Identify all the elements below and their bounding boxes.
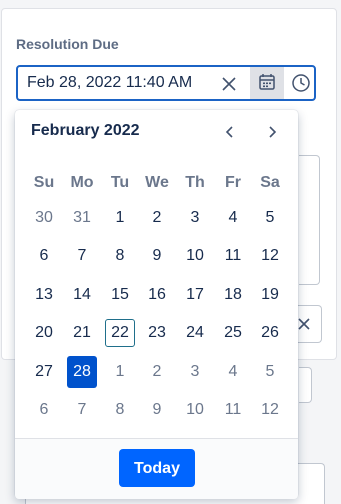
calendar-day[interactable]: 7: [67, 396, 97, 424]
calendar-day[interactable]: 31: [67, 204, 97, 232]
weekday-label: We: [145, 174, 169, 191]
calendar-day[interactable]: 26: [255, 319, 285, 347]
calendar-day[interactable]: 4: [218, 204, 248, 232]
calendar-day[interactable]: 10: [180, 396, 210, 424]
weekday-label: Fr: [225, 174, 241, 191]
calendar-day[interactable]: 1: [105, 204, 135, 232]
calendar-day[interactable]: 11: [218, 242, 248, 270]
date-picker-footer: Today: [15, 438, 298, 499]
calendar-day[interactable]: 27: [29, 358, 59, 386]
datetime-input[interactable]: Feb 28, 2022 11:40 AM: [16, 65, 316, 101]
week-row: 13 14 15 16 17 18 19: [25, 281, 291, 309]
week-row: 6 7 8 9 10 11 12: [25, 396, 291, 424]
background-textarea: [299, 155, 320, 285]
calendar-day[interactable]: 20: [29, 319, 59, 347]
weekday-label: Th: [185, 174, 205, 191]
week-row: 30 31 1 2 3 4 5: [25, 204, 291, 232]
selected-day[interactable]: 28: [67, 356, 97, 388]
calendar-day[interactable]: 18: [218, 281, 248, 309]
calendar-day[interactable]: 8: [105, 242, 135, 270]
chevron-right-icon[interactable]: [260, 120, 284, 144]
calendar-day[interactable]: 17: [180, 281, 210, 309]
month-title: February 2022: [31, 122, 140, 139]
calendar-day[interactable]: 2: [142, 204, 172, 232]
clock-icon[interactable]: [286, 67, 316, 99]
week-row: 27 28 1 2 3 4 5: [25, 356, 291, 388]
calendar-day[interactable]: 6: [29, 242, 59, 270]
calendar-day[interactable]: 9: [142, 396, 172, 424]
background-input: [299, 367, 312, 403]
calendar-day[interactable]: 19: [255, 281, 285, 309]
calendar-day[interactable]: 12: [255, 396, 285, 424]
weekday-header-row: Su Mo Tu We Th Fr Sa: [25, 169, 291, 197]
calendar-day[interactable]: 5: [255, 204, 285, 232]
today-button[interactable]: Today: [119, 449, 195, 487]
calendar-day[interactable]: 14: [67, 281, 97, 309]
calendar-day[interactable]: 5: [255, 358, 285, 386]
calendar-day[interactable]: 10: [180, 242, 210, 270]
calendar-day[interactable]: 8: [105, 396, 135, 424]
calendar-day[interactable]: 1: [105, 358, 135, 386]
calendar-day[interactable]: 6: [29, 396, 59, 424]
calendar-day[interactable]: 3: [180, 358, 210, 386]
date-picker-header: February 2022: [15, 110, 298, 154]
weekday-label: Mo: [70, 174, 94, 191]
calendar-day[interactable]: 21: [67, 319, 97, 347]
datetime-value[interactable]: Feb 28, 2022 11:40 AM: [27, 74, 192, 92]
date-picker-popup: February 2022 Su Mo Tu We Th Fr Sa 30 31 1…: [15, 110, 298, 499]
close-icon[interactable]: [219, 74, 239, 94]
calendar-icon[interactable]: [250, 67, 284, 99]
calendar-day[interactable]: 4: [218, 358, 248, 386]
today-day[interactable]: 22: [105, 319, 135, 347]
weekday-label: Tu: [110, 174, 130, 191]
calendar-day[interactable]: 30: [29, 204, 59, 232]
calendar-day[interactable]: 3: [180, 204, 210, 232]
week-row: 6 7 8 9 10 11 12: [25, 242, 291, 270]
calendar-day[interactable]: 25: [218, 319, 248, 347]
calendar-day[interactable]: 23: [142, 319, 172, 347]
calendar-day[interactable]: 13: [29, 281, 59, 309]
field-label: Resolution Due: [16, 36, 119, 52]
calendar-day[interactable]: 15: [105, 281, 135, 309]
weekday-label: Sa: [260, 174, 280, 191]
calendar-day[interactable]: 12: [255, 242, 285, 270]
week-row: 20 21 22 23 24 25 26: [25, 319, 291, 347]
calendar-day[interactable]: 7: [67, 242, 97, 270]
chevron-left-icon[interactable]: [218, 120, 242, 144]
calendar-day[interactable]: 2: [142, 358, 172, 386]
calendar-day[interactable]: 24: [180, 319, 210, 347]
calendar-day[interactable]: 16: [142, 281, 172, 309]
calendar-day[interactable]: 9: [142, 242, 172, 270]
calendar-day[interactable]: 11: [218, 396, 248, 424]
weekday-label: Su: [33, 174, 55, 191]
